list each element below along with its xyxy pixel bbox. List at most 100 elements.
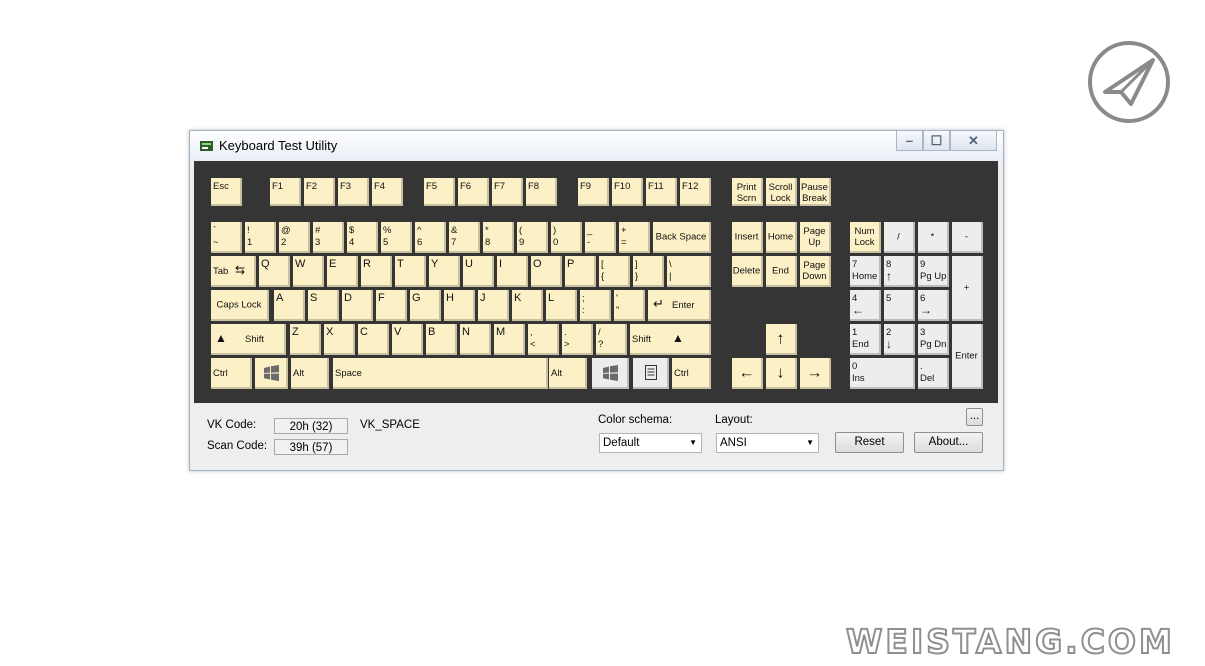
key-quote[interactable]: ' " [614,290,645,321]
key-f4[interactable]: F4 [372,178,403,206]
key-f[interactable]: F [376,290,407,321]
key-f1[interactable]: F1 [270,178,301,206]
key-1[interactable]: ! 1 [245,222,276,253]
key-num-7[interactable]: 7 Home [850,256,881,287]
key-n[interactable]: N [460,324,491,355]
key-f3[interactable]: F3 [338,178,369,206]
key-backspace[interactable]: Back Space [653,222,711,253]
title-bar[interactable]: Keyboard Test Utility – ☐ ✕ [190,131,1003,161]
key-right-alt[interactable]: Alt [549,358,587,389]
key-menu[interactable] [633,358,669,389]
key-equal[interactable]: + = [619,222,650,253]
key-tab[interactable]: Tab ⇆ [211,256,256,287]
key-num-subtract[interactable]: - [952,222,983,253]
key-num-0[interactable]: 0 Ins [850,358,915,389]
key-arrow-up[interactable]: ↑ [766,324,797,355]
key-y[interactable]: Y [429,256,460,287]
key-i[interactable]: I [497,256,528,287]
key-backslash[interactable]: \ | [667,256,711,287]
key-c[interactable]: C [358,324,389,355]
key-k[interactable]: K [512,290,543,321]
key-left-ctrl[interactable]: Ctrl [211,358,252,389]
key-a[interactable]: A [274,290,305,321]
more-options-button[interactable]: ... [966,408,983,426]
key-2[interactable]: @2 [279,222,310,253]
key-num-8[interactable]: 8 ↑ [884,256,915,287]
key-right-windows[interactable] [592,358,629,389]
key-period[interactable]: . > [562,324,593,355]
key-home[interactable]: Home [766,222,797,253]
key-num-4[interactable]: 4 ← [850,290,881,321]
key-f6[interactable]: F6 [458,178,489,206]
key-page-down[interactable]: Page Down [800,256,831,287]
key-slash[interactable]: /? [596,324,627,355]
key-t[interactable]: T [395,256,426,287]
color-schema-select[interactable]: Default ▼ [599,433,702,453]
key-end[interactable]: End [766,256,797,287]
key-num-3[interactable]: 3 Pg Dn [918,324,949,355]
key-z[interactable]: Z [290,324,321,355]
key-comma[interactable]: , < [528,324,559,355]
about-button[interactable]: About... [914,432,983,453]
key-left-bracket[interactable]: [{ [599,256,630,287]
key-f5[interactable]: F5 [424,178,455,206]
key-right-ctrl[interactable]: Ctrl [672,358,711,389]
key-e[interactable]: E [327,256,358,287]
key-num-add[interactable]: + [952,256,983,321]
key-6[interactable]: ^ 6 [415,222,446,253]
key-p[interactable]: P [565,256,596,287]
key-5[interactable]: % 5 [381,222,412,253]
key-num-lock[interactable]: Num Lock [850,222,881,253]
key-7[interactable]: & 7 [449,222,480,253]
key-u[interactable]: U [463,256,494,287]
key-f9[interactable]: F9 [578,178,609,206]
key-num-1[interactable]: 1 End [850,324,881,355]
key-semicolon[interactable]: ;: [580,290,611,321]
key-left-shift[interactable]: ▲ Shift [211,324,286,355]
key-b[interactable]: B [426,324,457,355]
key-num-multiply[interactable]: * [918,222,949,253]
key-h[interactable]: H [444,290,475,321]
key-f10[interactable]: F10 [612,178,643,206]
key-pause-break[interactable]: Pause Break [800,178,831,206]
key-left-windows[interactable] [255,358,288,389]
key-f2[interactable]: F2 [304,178,335,206]
key-s[interactable]: S [308,290,339,321]
key-q[interactable]: Q [259,256,290,287]
key-f7[interactable]: F7 [492,178,523,206]
key-insert[interactable]: Insert [732,222,763,253]
key-num-2[interactable]: 2 ↓ [884,324,915,355]
key-num-decimal[interactable]: . Del [918,358,949,389]
key-x[interactable]: X [324,324,355,355]
key-j[interactable]: J [478,290,509,321]
key-caps-lock[interactable]: Caps Lock [211,290,269,321]
key-print-screen[interactable]: Print Scrn [732,178,763,206]
key-w[interactable]: W [293,256,324,287]
key-page-up[interactable]: Page Up [800,222,831,253]
key-left-alt[interactable]: Alt [291,358,329,389]
key-arrow-left[interactable]: ← [732,358,763,389]
key-o[interactable]: O [531,256,562,287]
key-arrow-down[interactable]: ↓ [766,358,797,389]
key-f8[interactable]: F8 [526,178,557,206]
key-num-5[interactable]: 5 [884,290,915,321]
key-esc[interactable]: Esc [211,178,242,206]
key-num-divide[interactable]: / [884,222,915,253]
minimize-button[interactable]: – [896,131,923,151]
key-l[interactable]: L [546,290,577,321]
maximize-button[interactable]: ☐ [923,131,950,151]
close-button[interactable]: ✕ [950,131,997,151]
key-r[interactable]: R [361,256,392,287]
key-d[interactable]: D [342,290,373,321]
key-4[interactable]: $4 [347,222,378,253]
key-arrow-right[interactable]: → [800,358,831,389]
key-9[interactable]: (9 [517,222,548,253]
key-0[interactable]: ) 0 [551,222,582,253]
key-num-9[interactable]: 9 Pg Up [918,256,949,287]
key-g[interactable]: G [410,290,441,321]
reset-button[interactable]: Reset [835,432,904,453]
key-8[interactable]: * 8 [483,222,514,253]
key-right-shift[interactable]: Shift ▲ [630,324,711,355]
key-v[interactable]: V [392,324,423,355]
key-m[interactable]: M [494,324,525,355]
